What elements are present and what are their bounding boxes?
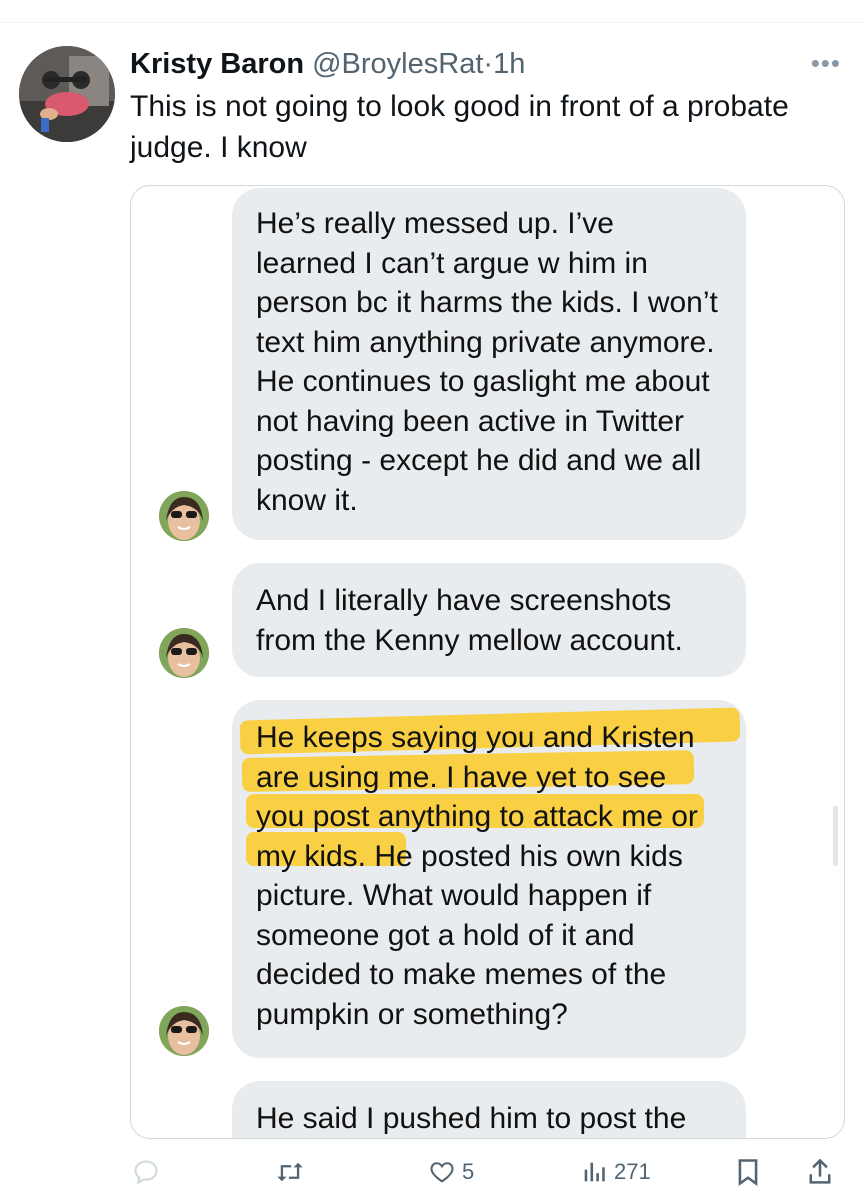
bookmark-icon <box>738 1159 758 1187</box>
more-options-icon[interactable]: ••• <box>811 48 841 79</box>
reply-icon <box>134 1160 158 1185</box>
message-text: He’s really messed up. I’ve learned I ca… <box>256 207 718 517</box>
top-divider <box>0 22 863 23</box>
author-name[interactable]: Kristy Baron <box>130 48 304 80</box>
views-button[interactable]: 271 <box>580 1150 651 1194</box>
message-text: He keeps saying you and Kristen are usin… <box>256 721 698 1031</box>
message-bubble: He’s really messed up. I’ve learned I ca… <box>232 188 746 540</box>
tweet-time[interactable]: 1h <box>493 48 525 80</box>
author-handle[interactable]: @BroylesRat <box>312 48 483 80</box>
message-bubble-highlighted: He keeps saying you and Kristen are usin… <box>232 700 746 1058</box>
reply-button[interactable] <box>132 1150 166 1194</box>
message-text: And I literally have screenshots from th… <box>256 584 683 657</box>
tweet-text: This is not going to look good in front … <box>130 90 789 164</box>
retweet-button[interactable] <box>275 1150 311 1194</box>
share-icon <box>809 1158 831 1184</box>
share-button[interactable] <box>806 1150 834 1194</box>
like-count: 5 <box>462 1159 475 1184</box>
tweet-media-screenshot[interactable]: He’s really messed up. I’ve learned I ca… <box>130 185 845 1139</box>
views-icon <box>584 1162 605 1182</box>
message-bubble: He said I pushed him to post the <box>232 1081 746 1138</box>
bookmark-button[interactable] <box>734 1150 762 1194</box>
tweet-actions-bar: 5 271 <box>130 1150 843 1194</box>
scroll-indicator <box>833 806 838 866</box>
message-bubble: And I literally have screenshots from th… <box>232 563 746 677</box>
tweet-header: Kristy Baron @BroylesRat·1h <box>130 44 830 84</box>
retweet-icon <box>277 1162 303 1182</box>
message-avatar <box>159 628 209 678</box>
separator-dot: · <box>483 48 494 80</box>
views-count: 271 <box>614 1159 651 1184</box>
message-avatar <box>159 1006 209 1056</box>
like-button[interactable]: 5 <box>428 1150 474 1194</box>
author-avatar[interactable] <box>19 46 115 142</box>
message-text: He said I pushed him to post the <box>256 1102 687 1135</box>
message-avatar <box>159 491 209 541</box>
heart-icon <box>430 1162 454 1183</box>
